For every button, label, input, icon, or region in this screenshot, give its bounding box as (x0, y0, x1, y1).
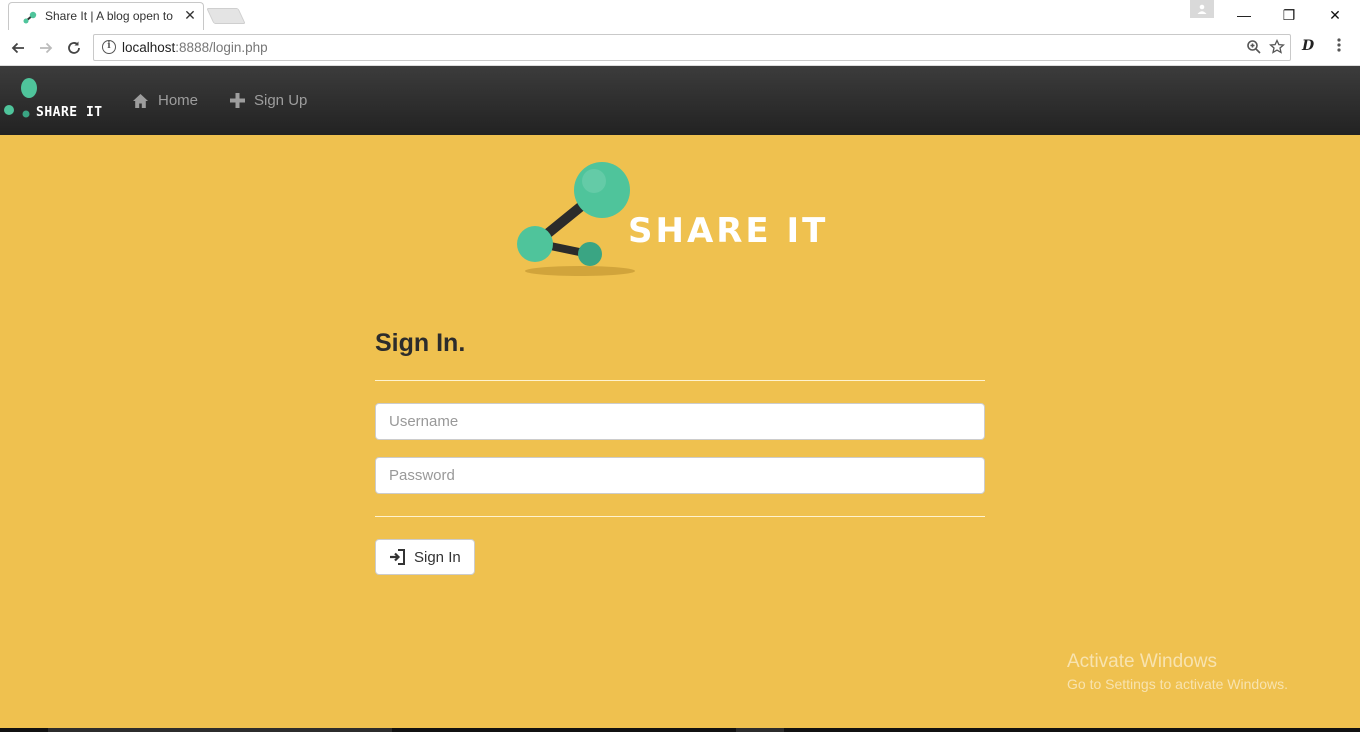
home-icon (133, 93, 148, 108)
address-url: localhost:8888/login.php (122, 40, 268, 55)
taskbar-item[interactable] (48, 728, 392, 732)
sign-in-form: Sign In. Sign In (375, 325, 985, 575)
sign-in-button[interactable]: Sign In (375, 539, 475, 575)
address-bar[interactable]: i localhost:8888/login.php (93, 34, 1291, 61)
forward-button[interactable] (34, 36, 58, 60)
profile-button[interactable] (1190, 0, 1214, 18)
watermark-title: Activate Windows (1067, 651, 1217, 672)
new-tab-button[interactable] (206, 8, 246, 24)
taskbar-item[interactable] (736, 728, 784, 732)
hero-molecule-icon (517, 162, 635, 276)
favicon-icon (23, 11, 37, 24)
browser-menu-icon[interactable] (1336, 36, 1342, 54)
tab-title: Share It | A blog open to (45, 9, 173, 23)
brand-molecule-icon (4, 78, 37, 118)
bookmark-star-icon[interactable] (1269, 39, 1285, 55)
nav-link-label: Sign Up (254, 92, 308, 109)
browser-tab-active[interactable]: Share It | A blog open to ✕ (8, 2, 204, 30)
user-icon (1197, 4, 1207, 14)
close-window-button[interactable]: ✕ (1312, 0, 1358, 30)
taskbar-edge (0, 728, 1360, 732)
divider (375, 516, 985, 517)
nav-link-label: Home (158, 92, 199, 109)
arrow-left-icon (11, 42, 24, 54)
zoom-icon[interactable] (1246, 39, 1262, 55)
arrow-right-icon (40, 42, 53, 54)
sign-in-button-label: Sign In (414, 548, 461, 566)
password-input[interactable] (375, 457, 985, 494)
brand-logo[interactable]: SHARE IT (0, 74, 110, 130)
minimize-button[interactable]: — (1221, 0, 1267, 30)
nav-link-signup[interactable]: Sign Up (230, 92, 307, 109)
username-input[interactable] (375, 403, 985, 440)
watermark-subtitle: Go to Settings to activate Windows. (1067, 676, 1288, 692)
browser-tabstrip: Share It | A blog open to ✕ — ❐ ✕ (0, 0, 1360, 30)
brand-name: SHARE IT (36, 105, 103, 120)
hero-logo-text: SHARE IT (628, 211, 829, 251)
log-in-icon (390, 549, 405, 565)
browser-toolbar: i localhost:8888/login.php (0, 30, 1360, 66)
windows-activation-watermark: Activate Windows Go to Settings to activ… (1067, 651, 1288, 692)
reload-button[interactable] (62, 36, 86, 60)
main-content: SHARE IT Sign In. Sign In Activate Windo… (0, 135, 1360, 728)
back-button[interactable] (6, 36, 30, 60)
nav-link-home[interactable]: Home (132, 92, 198, 109)
site-navbar: SHARE IT Home Sign Up (0, 66, 1360, 135)
info-icon[interactable]: i (102, 40, 116, 54)
extension-icon[interactable]: D (1302, 38, 1314, 54)
restore-button[interactable]: ❐ (1266, 0, 1312, 30)
form-title: Sign In. (375, 329, 466, 357)
tab-close-icon[interactable]: ✕ (183, 7, 197, 24)
hero-logo: SHARE IT (514, 159, 844, 279)
divider (375, 380, 985, 381)
reload-icon (68, 41, 80, 54)
plus-icon (230, 93, 245, 108)
